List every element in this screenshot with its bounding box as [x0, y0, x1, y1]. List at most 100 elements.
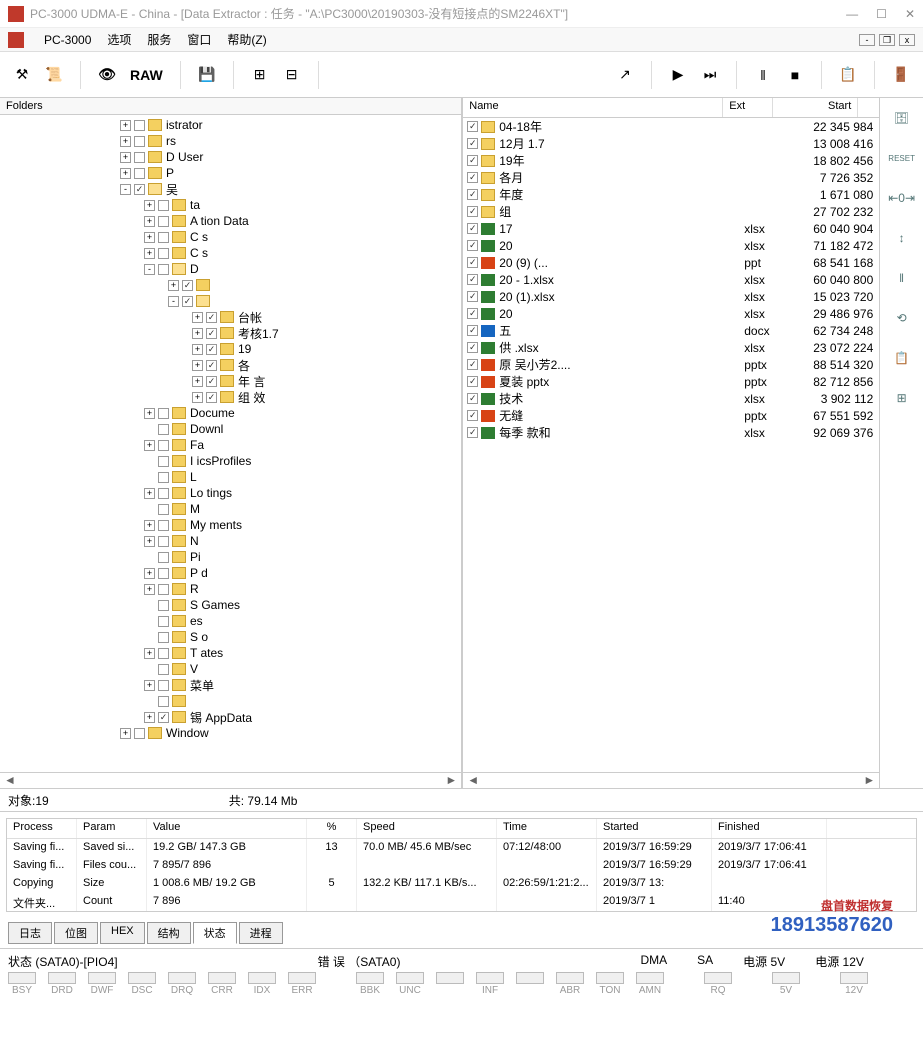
grid-icon[interactable]: ⊞ — [890, 386, 914, 410]
col-ext[interactable]: Ext — [723, 98, 773, 117]
checkbox[interactable] — [158, 680, 169, 691]
tree-row[interactable]: +C s — [0, 229, 461, 245]
tree-row[interactable]: +T ates — [0, 645, 461, 661]
file-row[interactable]: 组27 702 232 — [463, 203, 879, 220]
tree-row[interactable]: V — [0, 661, 461, 677]
close-button[interactable]: ✕ — [905, 7, 915, 21]
expander-icon[interactable]: + — [144, 440, 155, 451]
checkbox[interactable] — [467, 325, 478, 336]
file-row[interactable]: 年度1 671 080 — [463, 186, 879, 203]
expander-icon[interactable]: + — [144, 408, 155, 419]
export-icon[interactable]: ↗ — [611, 59, 639, 91]
expander-icon[interactable]: + — [120, 728, 131, 739]
tree-row[interactable]: +D User — [0, 149, 461, 165]
process-col-header[interactable]: Speed — [357, 819, 497, 838]
checkbox[interactable] — [158, 584, 169, 595]
play-icon[interactable]: ▶ — [664, 59, 692, 91]
checkbox[interactable] — [158, 568, 169, 579]
file-row[interactable]: 20 - 1.xlsxxlsx60 040 800 — [463, 271, 879, 288]
tree-row[interactable]: +Docume — [0, 405, 461, 421]
tab-结构[interactable]: 结构 — [147, 922, 191, 944]
tree-row[interactable]: +年 言 — [0, 373, 461, 389]
process-col-header[interactable]: Started — [597, 819, 712, 838]
folder-tree[interactable]: + istrator+ rs+D User+P -吴 + ta+A tion D… — [0, 115, 461, 772]
expander-icon[interactable]: + — [144, 648, 155, 659]
expander-icon[interactable]: + — [192, 344, 203, 355]
checkbox[interactable] — [158, 232, 169, 243]
height-icon[interactable]: ↕ — [890, 226, 914, 250]
checkbox[interactable] — [206, 360, 217, 371]
copy-icon[interactable]: 📋 — [834, 59, 862, 91]
checkbox[interactable] — [467, 223, 478, 234]
menu-window[interactable]: 窗口 — [187, 31, 211, 48]
tree-row[interactable]: +Window — [0, 725, 461, 741]
process-col-header[interactable]: % — [307, 819, 357, 838]
file-list[interactable]: 04-18年22 345 98412月 1.713 008 41619年18 8… — [463, 118, 879, 772]
tab-位图[interactable]: 位图 — [54, 922, 98, 944]
checkbox[interactable] — [467, 155, 478, 166]
tree-row[interactable]: +C s — [0, 245, 461, 261]
exit-icon[interactable]: 🚪 — [887, 59, 915, 91]
menu-options[interactable]: 选项 — [107, 31, 131, 48]
checkbox[interactable] — [467, 376, 478, 387]
expander-icon[interactable]: + — [192, 360, 203, 371]
file-row[interactable]: 17xlsx60 040 904 — [463, 220, 879, 237]
tree-row[interactable]: - — [0, 293, 461, 309]
checkbox[interactable] — [158, 216, 169, 227]
mdi-close[interactable]: x — [899, 34, 915, 46]
mdi-minimize[interactable]: - — [859, 34, 875, 46]
tree-row[interactable]: S o — [0, 629, 461, 645]
tab-状态[interactable]: 状态 — [193, 922, 237, 944]
checkbox[interactable] — [158, 552, 169, 563]
expander-icon[interactable]: + — [120, 168, 131, 179]
expander-icon[interactable]: + — [120, 120, 131, 131]
expander-icon[interactable]: + — [144, 712, 155, 723]
tree-row[interactable]: Pi — [0, 549, 461, 565]
file-row[interactable]: 供 .xlsxxlsx23 072 224 — [463, 339, 879, 356]
file-scroll[interactable]: ◄► — [463, 772, 879, 788]
process-col-header[interactable]: Finished — [712, 819, 827, 838]
checkbox[interactable] — [206, 344, 217, 355]
file-row[interactable]: 五docx62 734 248 — [463, 322, 879, 339]
checkbox[interactable] — [158, 456, 169, 467]
file-row[interactable]: 技术xlsx3 902 112 — [463, 390, 879, 407]
stop-icon[interactable]: ■ — [781, 59, 809, 91]
file-row[interactable]: 无缝pptx67 551 592 — [463, 407, 879, 424]
checkbox[interactable] — [206, 392, 217, 403]
tree-row[interactable]: + 台帐 — [0, 309, 461, 325]
checkbox[interactable] — [206, 328, 217, 339]
structure2-icon[interactable]: ⊟ — [278, 59, 306, 91]
checkbox[interactable] — [158, 408, 169, 419]
file-row[interactable]: 20xlsx71 182 472 — [463, 237, 879, 254]
checkbox[interactable] — [467, 138, 478, 149]
checkbox[interactable] — [134, 184, 145, 195]
checkbox[interactable] — [158, 264, 169, 275]
checkbox[interactable] — [467, 427, 478, 438]
file-row[interactable]: 04-18年22 345 984 — [463, 118, 879, 135]
checkbox[interactable] — [467, 410, 478, 421]
tree-scroll[interactable]: ◄► — [0, 772, 461, 788]
tree-row[interactable]: -D — [0, 261, 461, 277]
tree-row[interactable]: L — [0, 469, 461, 485]
tree-row[interactable]: I icsProfiles — [0, 453, 461, 469]
checkbox[interactable] — [467, 206, 478, 217]
expander-icon[interactable]: + — [144, 680, 155, 691]
checkbox[interactable] — [467, 342, 478, 353]
clipboard-icon[interactable]: 📋 — [890, 346, 914, 370]
range-icon[interactable]: ⇤0⇥ — [890, 186, 914, 210]
tree-row[interactable]: +各 — [0, 357, 461, 373]
expander-icon[interactable]: + — [192, 312, 203, 323]
checkbox[interactable] — [158, 248, 169, 259]
checkbox[interactable] — [134, 728, 145, 739]
menu-service[interactable]: 服务 — [147, 31, 171, 48]
structure1-icon[interactable]: ⊞ — [246, 59, 274, 91]
file-row[interactable]: 19年18 802 456 — [463, 152, 879, 169]
checkbox[interactable] — [158, 440, 169, 451]
checkbox[interactable] — [158, 632, 169, 643]
file-row[interactable]: 12月 1.713 008 416 — [463, 135, 879, 152]
process-col-header[interactable]: Param — [77, 819, 147, 838]
checkbox[interactable] — [134, 120, 145, 131]
checkbox[interactable] — [158, 200, 169, 211]
expander-icon[interactable]: + — [120, 136, 131, 147]
db-icon[interactable]: 🗄 — [890, 106, 914, 130]
